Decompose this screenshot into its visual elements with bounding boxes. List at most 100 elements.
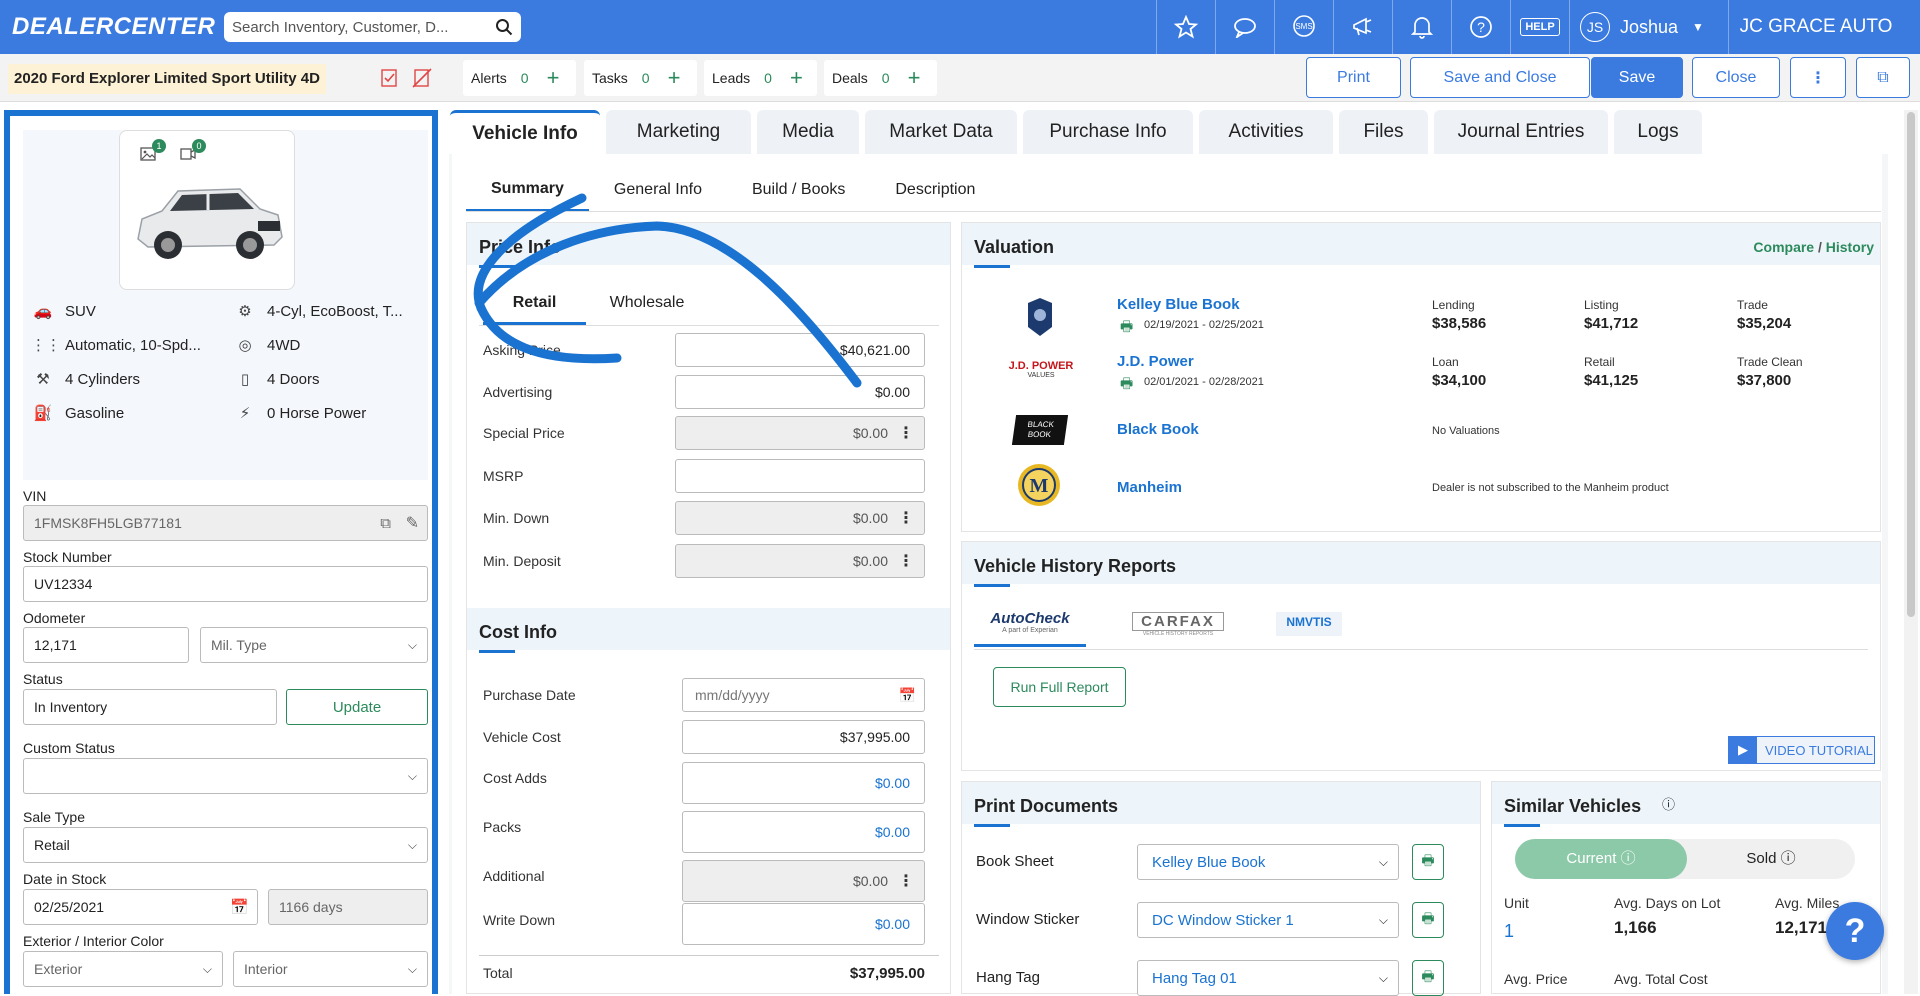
scrollbar-thumb[interactable] [1907,112,1915,617]
add-alert-icon[interactable]: + [547,67,560,89]
user-menu[interactable]: JS Joshua ▼ [1569,0,1728,54]
page-scrollbar[interactable] [1904,110,1918,994]
write-down-input[interactable]: $0.00 [682,903,925,945]
tab-activities[interactable]: Activities [1199,110,1333,154]
checklist-icon[interactable] [380,68,400,88]
status-field[interactable]: In Inventory [23,689,277,725]
floating-help-button[interactable]: ? [1826,902,1884,960]
nmvtis-tab[interactable]: NMVTIS [1276,612,1342,636]
tab-files[interactable]: Files [1339,110,1428,154]
more-options-icon[interactable]: ⋮ [1790,57,1846,98]
more-options-icon[interactable]: ⋮ [898,508,914,528]
exterior-color-select[interactable]: Exterior ⌵ [23,951,223,987]
chat-icon[interactable] [1215,0,1274,54]
carfax-tab[interactable]: CARFAX VEHICLE HISTORY REPORTS [1132,612,1224,637]
vin-field[interactable]: 1FMSK8FH5LGB77181 ⧉ ✎ [23,505,428,541]
more-options-icon[interactable]: ⋮ [898,551,914,571]
toggle-sold[interactable]: Sold ⓘ [1687,839,1855,879]
print-icon[interactable]: 🖶 [1120,316,1133,340]
favorites-icon[interactable] [1156,0,1215,54]
edit-pencil-icon[interactable]: ✎ [406,513,419,533]
min-down-input[interactable]: $0.00 ⋮ [675,501,925,535]
video-tutorial-button[interactable]: ▶ VIDEO TUTORIAL [1728,736,1875,764]
copy-icon[interactable]: ⧉ [380,515,391,532]
toggle-current[interactable]: Current ⓘ [1515,839,1687,879]
odometer-field[interactable]: 12,171 [23,627,189,663]
more-options-icon[interactable]: ⋮ [898,871,914,891]
black-book-link[interactable]: Black Book [1117,421,1199,438]
tab-market-data[interactable]: Market Data [865,110,1017,154]
min-deposit-input[interactable]: $0.00 ⋮ [675,544,925,578]
date-in-stock-field[interactable]: 02/25/2021 📅 [23,889,258,925]
tab-purchase-info[interactable]: Purchase Info [1023,110,1193,154]
tasks-counter[interactable]: Tasks 0 + [584,60,697,96]
print-icon[interactable]: 🖶 [1120,373,1133,397]
spec-text: 4 Doors [267,370,320,388]
packs-input[interactable]: $0.00 [682,811,925,853]
unit-value[interactable]: 1 [1504,921,1514,942]
vehicle-title: 2020 Ford Explorer Limited Sport Utility… [8,64,326,94]
manheim-link[interactable]: Manheim [1117,479,1182,496]
spec-text: 4WD [267,336,301,354]
doc-blocked-icon[interactable] [412,68,432,88]
open-external-icon[interactable]: ⧉ [1856,57,1910,98]
alerts-counter[interactable]: Alerts 0 + [463,60,576,96]
additional-input[interactable]: $0.00 ⋮ [682,860,925,902]
run-full-report-button[interactable]: Run Full Report [993,667,1126,707]
vehicle-photo[interactable]: 1 0 [119,130,295,290]
more-options-icon[interactable]: ⋮ [898,423,914,443]
msrp-input[interactable] [675,459,925,493]
hang-tag-select[interactable]: Hang Tag 01 ⌵ [1137,960,1399,996]
autocheck-tab[interactable]: AutoCheck A part of Experian [974,606,1086,647]
calendar-icon[interactable]: 📅 [230,898,249,916]
close-button[interactable]: Close [1692,57,1780,98]
odometer-value: 12,171 [34,637,77,653]
search-input[interactable]: Search Inventory, Customer, D... [224,12,521,42]
vehicle-cost-input[interactable]: $37,995.00 [682,720,925,754]
info-icon[interactable]: ⓘ [1662,794,1675,813]
deals-counter[interactable]: Deals 0 + [824,60,937,96]
compare-link[interactable]: Compare [1753,239,1814,255]
window-sticker-select[interactable]: DC Window Sticker 1 ⌵ [1137,902,1399,938]
add-lead-icon[interactable]: + [790,67,803,89]
kbb-link[interactable]: Kelley Blue Book [1117,296,1240,313]
custom-status-select[interactable]: ⌵ [23,758,428,794]
tab-journal-entries[interactable]: Journal Entries [1434,110,1608,154]
chevron-down-icon: ⌵ [1378,854,1388,869]
print-hang-tag-icon[interactable]: 🖶 [1412,960,1444,996]
leads-counter[interactable]: Leads 0 + [704,60,817,96]
print-button[interactable]: Print [1306,57,1401,98]
tab-media[interactable]: Media [757,110,859,154]
history-link[interactable]: History [1826,239,1874,255]
mil-type-select[interactable]: Mil. Type ⌵ [200,627,428,663]
jd-power-link[interactable]: J.D. Power [1117,353,1194,370]
print-window-sticker-icon[interactable]: 🖶 [1412,902,1444,938]
sale-type-select[interactable]: Retail ⌵ [23,827,428,863]
book-sheet-select[interactable]: Kelley Blue Book ⌵ [1137,844,1399,880]
interior-color-select[interactable]: Interior ⌵ [233,951,428,987]
save-button[interactable]: Save [1591,57,1683,98]
megaphone-icon[interactable] [1333,0,1392,54]
tab-marketing[interactable]: Marketing [606,110,751,154]
jdp-label-3: Trade Clean [1737,355,1803,369]
save-and-close-button[interactable]: Save and Close [1410,57,1590,98]
tab-logs[interactable]: Logs [1614,110,1702,154]
add-deal-icon[interactable]: + [908,67,921,89]
search-icon[interactable] [495,18,513,36]
cost-adds-input[interactable]: $0.00 [682,762,925,804]
dealer-name[interactable]: JC GRACE AUTO [1728,0,1903,54]
calendar-icon[interactable]: 📅 [899,687,916,704]
jd-power-logo-text: J.D. POWER [1008,360,1074,372]
help-question-icon[interactable]: ? [1451,0,1510,54]
print-book-sheet-icon[interactable]: 🖶 [1412,844,1444,880]
tab-vehicle-info[interactable]: Vehicle Info [450,110,600,154]
bell-icon[interactable] [1392,0,1451,54]
purchase-date-input[interactable]: mm/dd/yyyy 📅 [682,678,925,712]
help-chat-icon[interactable]: HELP [1510,0,1569,54]
stock-number-field[interactable]: UV12334 [23,566,428,602]
subtab-description[interactable]: Description [870,168,1000,212]
sms-icon[interactable]: SMS [1274,0,1333,54]
add-task-icon[interactable]: + [668,67,681,89]
app-logo[interactable]: DEALERCENTER [12,13,224,41]
update-button[interactable]: Update [286,689,428,725]
